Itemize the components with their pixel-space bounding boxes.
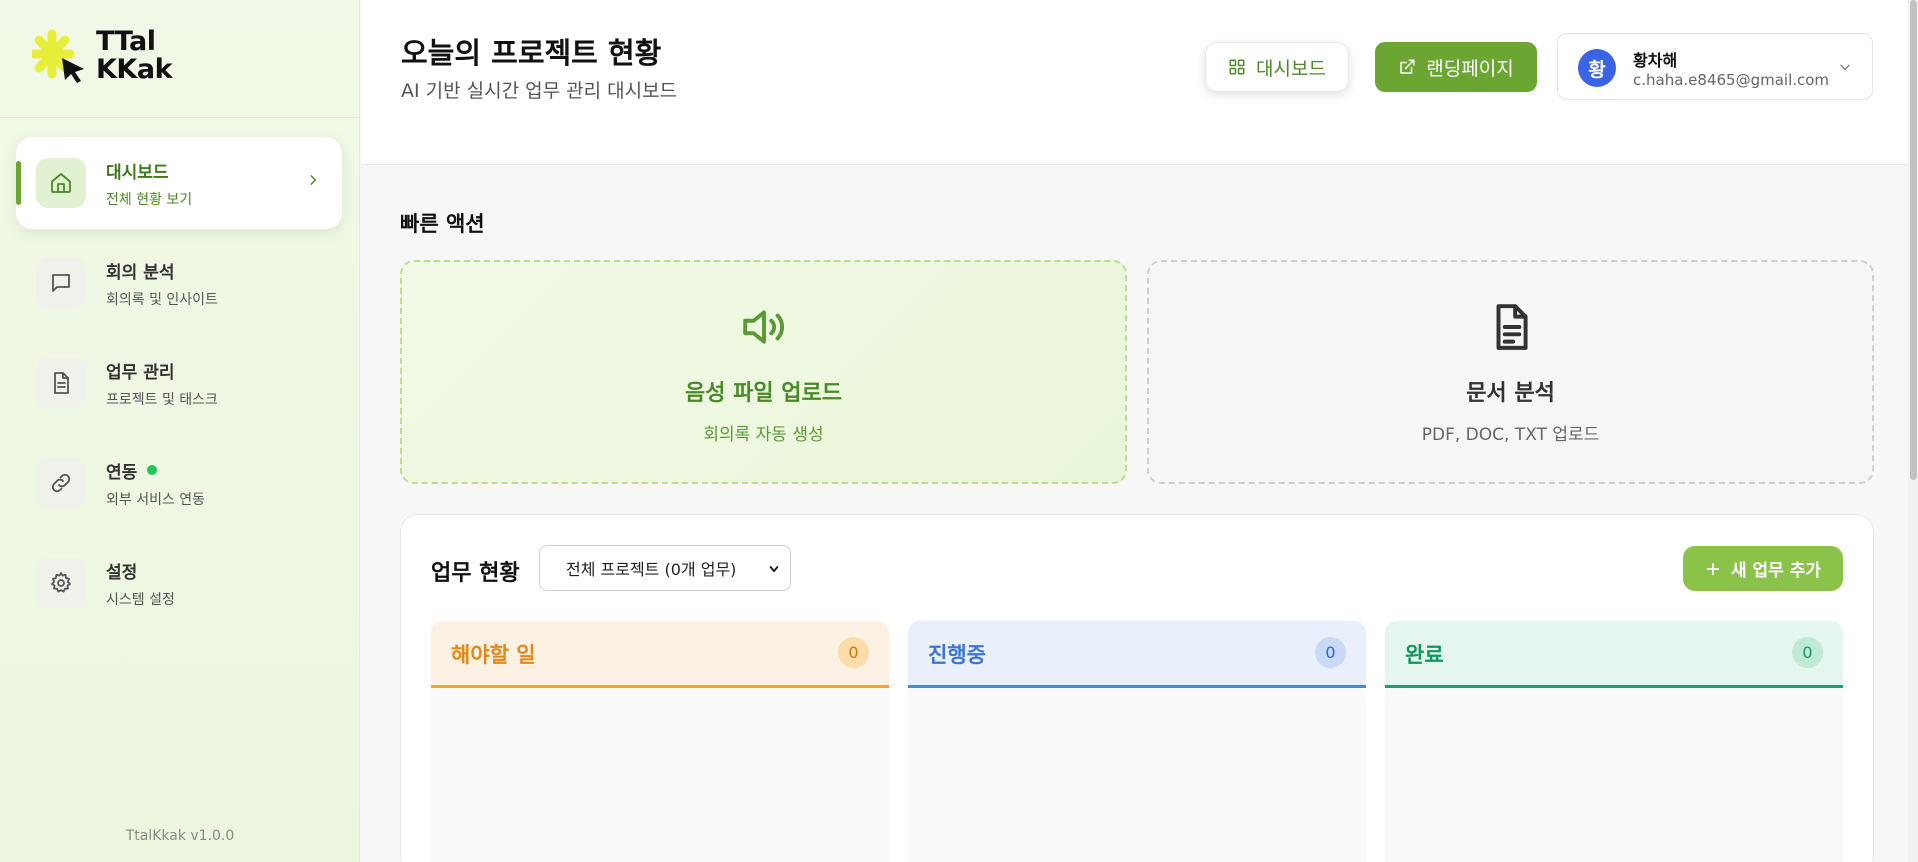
kanban-column-title: 진행중 — [928, 643, 986, 667]
sidebar-item-meeting-analysis[interactable]: 회의 분석 회의록 및 인사이트 — [16, 237, 342, 329]
dashboard-button[interactable]: 대시보드 — [1205, 42, 1349, 92]
kanban-column-title: 완료 — [1405, 643, 1444, 667]
sidebar-item-title: 설정 — [106, 562, 138, 583]
sidebar-item-title: 대시보드 — [106, 162, 169, 183]
app-version: TtalKkak v1.0.0 — [125, 828, 235, 844]
sidebar-item-subtitle: 시스템 설정 — [106, 591, 175, 608]
task-board-title: 업무 현황 — [431, 561, 520, 586]
user-menu[interactable]: 황 황차해 c.haha.e8465@gmail.com — [1557, 33, 1873, 100]
file-text-icon — [1496, 304, 1528, 350]
page-title: 오늘의 프로젝트 현황 — [401, 36, 662, 70]
document-analysis-subtitle: PDF, DOC, TXT 업로드 — [1421, 425, 1600, 445]
avatar: 황 — [1578, 49, 1616, 87]
add-task-button-label: 새 업무 추가 — [1730, 561, 1822, 581]
voice-upload-card[interactable]: 음성 파일 업로드 회의록 자동 생성 — [400, 260, 1127, 484]
project-select-value: 전체 프로젝트 (0개 업무) — [566, 560, 737, 579]
external-link-icon — [1400, 59, 1415, 74]
chevron-right-icon — [310, 175, 317, 185]
kanban-column-header: 완료 0 — [1385, 621, 1843, 688]
voice-upload-title: 음성 파일 업로드 — [685, 381, 842, 406]
sidebar-item-title: 업무 관리 — [106, 362, 175, 383]
sidebar: TTal KKak 대시보드 전체 현황 보기 회의 분석 회의록 및 인사이트… — [0, 0, 360, 862]
home-icon — [36, 158, 86, 208]
app-logo-text: TTal KKak — [96, 26, 173, 85]
sidebar-item-title-text: 연동 — [106, 462, 138, 483]
plus-icon — [1706, 562, 1720, 575]
add-task-button[interactable]: 새 업무 추가 — [1683, 546, 1843, 591]
page-subtitle: AI 기반 실시간 업무 관리 대시보드 — [401, 80, 678, 102]
sidebar-item-task-management[interactable]: 업무 관리 프로젝트 및 태스크 — [16, 337, 342, 429]
sidebar-item-title: 연동 — [106, 458, 205, 483]
document-analysis-title: 문서 분석 — [1466, 381, 1555, 406]
landing-page-button[interactable]: 랜딩페이지 — [1375, 42, 1537, 92]
sidebar-item-dashboard[interactable]: 대시보드 전체 현황 보기 — [16, 137, 342, 229]
kanban-column-count: 0 — [1792, 637, 1823, 668]
kanban-column-in-progress[interactable]: 진행중 0 — [908, 621, 1366, 862]
sidebar-item-subtitle: 프로젝트 및 태스크 — [106, 391, 218, 408]
message-icon — [36, 258, 86, 308]
kanban-column-title: 해야할 일 — [451, 643, 536, 667]
speaker-icon — [742, 310, 784, 344]
document-icon — [36, 358, 86, 408]
grid-icon — [1229, 59, 1245, 75]
quick-actions-title: 빠른 액션 — [400, 212, 485, 236]
connection-status-dot — [147, 465, 158, 475]
kanban-column-header: 진행중 0 — [908, 621, 1366, 688]
chevron-down-icon — [1840, 64, 1850, 71]
project-select[interactable]: 전체 프로젝트 (0개 업무) — [539, 545, 791, 591]
page-header: 오늘의 프로젝트 현황 AI 기반 실시간 업무 관리 대시보드 대시보드 랜딩… — [361, 0, 1918, 165]
gear-icon — [36, 558, 86, 608]
dashboard-button-label: 대시보드 — [1256, 57, 1326, 80]
sidebar-item-settings[interactable]: 설정 시스템 설정 — [16, 537, 342, 629]
sidebar-item-integration[interactable]: 연동 외부 서비스 연동 — [16, 437, 342, 529]
sidebar-nav: 대시보드 전체 현황 보기 회의 분석 회의록 및 인사이트 업무 관리 프로젝… — [16, 137, 342, 637]
sidebar-item-subtitle: 회의록 및 인사이트 — [106, 291, 218, 308]
document-analysis-card[interactable]: 문서 분석 PDF, DOC, TXT 업로드 — [1147, 260, 1874, 484]
scrollbar-thumb[interactable] — [1910, 0, 1917, 480]
kanban-column-todo[interactable]: 해야할 일 0 — [431, 621, 889, 862]
landing-page-button-label: 랜딩페이지 — [1426, 57, 1514, 80]
sidebar-item-title: 회의 분석 — [106, 262, 175, 283]
sidebar-item-subtitle: 전체 현황 보기 — [106, 191, 193, 208]
kanban-column-count: 0 — [838, 637, 869, 668]
sidebar-item-subtitle: 외부 서비스 연동 — [106, 491, 206, 508]
kanban-column-header: 해야할 일 0 — [431, 621, 889, 688]
link-icon — [36, 458, 86, 508]
chevron-down-icon — [769, 566, 779, 573]
task-board-panel: 업무 현황 전체 프로젝트 (0개 업무) 새 업무 추가 해야할 일 0 진행… — [400, 514, 1874, 862]
app-logo[interactable]: TTal KKak — [32, 26, 173, 85]
sidebar-divider — [0, 117, 360, 118]
logo-mark-icon — [32, 29, 84, 83]
user-email: c.haha.e8465@gmail.com — [1633, 71, 1830, 89]
voice-upload-subtitle: 회의록 자동 생성 — [703, 425, 824, 445]
kanban-column-count: 0 — [1315, 637, 1346, 668]
user-name: 황차해 — [1633, 51, 1678, 70]
kanban-column-done[interactable]: 완료 0 — [1385, 621, 1843, 862]
